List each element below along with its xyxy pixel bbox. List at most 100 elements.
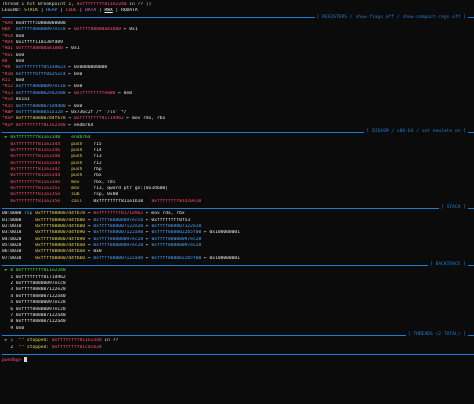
register-value: 0xffffffff811e2340 [15, 122, 66, 128]
stack-register: rsp [21, 211, 36, 217]
stack-register [21, 230, 35, 235]
register-name: R11 [2, 78, 16, 84]
registers-panel: *RAX 0xdffffc0000000000 RBX 0xffff8880009… [2, 21, 474, 129]
disasm-instruction: push [71, 154, 94, 160]
register-value: 0xffff888007d4fb78 [15, 116, 66, 122]
disasm-operands: rbp [93, 166, 102, 172]
register-name: RBX [2, 27, 16, 33]
register-value: 0xffff888002ed2e80 [15, 90, 66, 96]
backtrace-address: 0xffff888007122a40 [15, 319, 66, 325]
legend-stack: STACK [24, 8, 38, 14]
disasm-instruction: push [71, 147, 94, 153]
register-value: ← 0x0000000000 [65, 65, 108, 71]
stack-value: 0xffffffff8171d962 [93, 211, 144, 217]
register-name: *R10 [2, 71, 16, 77]
register-name: *R12 [2, 84, 16, 90]
disasm-address: 0xffffffff811e2340 [10, 135, 61, 141]
register-value: ← mov rdx, rbx [123, 116, 166, 122]
stack-address: 0xffff888007d4fb98 [35, 236, 86, 242]
register-value: → [65, 116, 74, 122]
backtrace-address: 0xffff888007122a40 [15, 312, 66, 318]
disasm-operands: rbx, rdi [93, 179, 116, 185]
disasm-operands: r13, qword ptr gs:[0x3d600] [93, 185, 169, 191]
prompt: pwndbg> [2, 358, 25, 364]
backtrace-address: 0xffff88800097ecc0 [15, 281, 66, 287]
legend-rwx: RWX [104, 8, 113, 14]
register-value: ← 0x0 [65, 103, 83, 109]
register-value: ← [65, 90, 74, 96]
thread-address: 0xffffffff811e2340 [51, 338, 102, 344]
register-value: 0xdffffc0000000000 [15, 21, 66, 27]
register-name: *RSI [2, 52, 16, 58]
disasm-operands: r12 [93, 160, 102, 166]
threads-title: [ THREADS (2 TOTAL) ] [407, 331, 466, 337]
register-name: R8 [2, 59, 16, 65]
stack-value: ← 0x100000001 [201, 230, 240, 236]
stack-register [21, 243, 35, 248]
stack-register [21, 237, 35, 242]
register-name: *R15 [2, 103, 16, 109]
register-name: *R13 [2, 90, 16, 96]
register-value: 0xffff88800a81000 [15, 46, 63, 52]
stack-value: 0xffff88800097ec28 [93, 243, 144, 249]
stack-value: 0xffff88800097ec28 [151, 236, 202, 242]
disasm-instruction: push [71, 166, 94, 172]
breakpoint-address: 0xffffffff811e2340 [76, 2, 127, 7]
thread-number: 2 [10, 344, 19, 350]
register-value: ← endbr64 [65, 122, 94, 128]
register-name: *RDX [2, 40, 16, 46]
stack-register [21, 256, 35, 261]
register-value: 0x0 [15, 78, 25, 84]
disasm-address: 0xffffffff811e234e [10, 179, 61, 185]
backtrace-address: 0xffff88800097ec28 [15, 300, 66, 306]
register-value: ← 0x1 [120, 27, 138, 33]
threads-panel: ► 1 "" stopped: 0xffffffff811e2340 in ??… [2, 338, 474, 351]
disasm-address: 0xffffffff811e234d [10, 173, 61, 179]
disasm-operands: r15 [93, 141, 102, 147]
stack-register [21, 218, 35, 223]
disasm-instruction: mov [71, 179, 94, 185]
legend-data: DATA [85, 8, 97, 14]
disasm-panel: ► 0xffffffff811e2340 endbr64 0xffffffff8… [2, 135, 474, 205]
gdb-terminal[interactable]: Thread 1 hit Breakpoint 1, 0xffffffff811… [0, 0, 474, 404]
stack-address: 0xffff888007d4fba0 [35, 243, 86, 249]
stack-index: 05:0028 [2, 243, 22, 249]
disasm-address: 0xffffffff811e2344 [10, 141, 61, 147]
thread-state: "" stopped: [18, 344, 52, 350]
backtrace-panel: ► 0 0xffffffff811e2340 1 0xffffffff8171d… [2, 268, 474, 331]
stack-index: 00:0000 [2, 211, 22, 217]
text-cursor[interactable] [24, 357, 28, 363]
disasm-instruction: sub [71, 192, 94, 198]
register-value: 0xffffffff851a9623 [15, 65, 66, 71]
stack-title: [ STACK ] [441, 205, 466, 210]
disasm-instruction: call [71, 198, 94, 204]
backtrace-address: 0xffff888007122e20 [15, 287, 66, 293]
disasm-address: 0xffffffff811e2351 [10, 185, 61, 191]
disasm-operands: rbx [93, 173, 102, 179]
backtrace-address: 0xffffffff8171d962 [15, 274, 66, 280]
disasm-instruction: push [71, 173, 94, 179]
registers-title: [ REGISTERS / show-flags off / show-comp… [316, 14, 466, 20]
disasm-operands: r13 [93, 154, 102, 160]
register-value: ← 0x1 [62, 46, 80, 52]
disasm-address: 0xffffffff811e2348 [10, 154, 61, 160]
stack-address: 0xffff888007d4fb80 [35, 217, 86, 223]
command-line[interactable]: pwndbg> [2, 357, 474, 363]
stack-value: ← 0xffffffff0f53 [143, 217, 191, 223]
register-value: 0x0 [15, 59, 25, 65]
register-value: 0xffff88800a81000 [73, 27, 121, 33]
disasm-instruction: mov [71, 185, 94, 191]
stack-address: 0xffff888007d4fba8 [35, 249, 86, 255]
thread-number: 1 [10, 338, 19, 344]
stack-register [21, 224, 35, 229]
